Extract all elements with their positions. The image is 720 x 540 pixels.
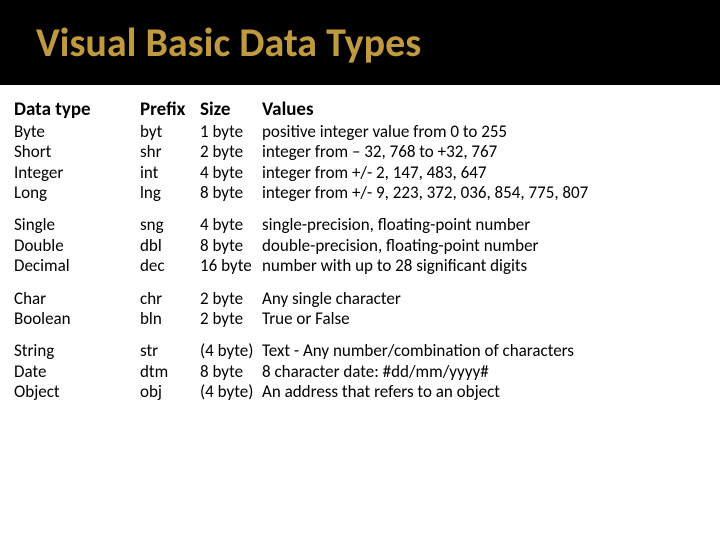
cell-size: 8 byte xyxy=(200,183,262,203)
cell-size: 8 byte xyxy=(200,236,262,256)
cell-type: Integer xyxy=(14,163,140,183)
cell-values: integer from +/- 9, 223, 372, 036, 854, … xyxy=(262,183,710,203)
cell-prefix: dtm xyxy=(140,362,200,382)
cell-size: 2 byte xyxy=(200,142,262,162)
table-row: Double dbl 8 byte double-precision, floa… xyxy=(14,236,710,256)
table-row: String str (4 byte) Text - Any number/co… xyxy=(14,341,710,361)
cell-values: number with up to 28 significant digits xyxy=(262,256,710,276)
table-row: Object obj (4 byte) An address that refe… xyxy=(14,382,710,402)
cell-values: integer from +/- 2, 147, 483, 647 xyxy=(262,163,710,183)
table-header-row: Data type Prefix Size Values xyxy=(14,99,710,122)
cell-prefix: dbl xyxy=(140,236,200,256)
cell-type: Single xyxy=(14,215,140,235)
cell-prefix: obj xyxy=(140,382,200,402)
cell-type: String xyxy=(14,341,140,361)
cell-prefix: sng xyxy=(140,215,200,235)
cell-values: 8 character date: #dd/mm/yyyy# xyxy=(262,362,710,382)
table-row: Integer int 4 byte integer from +/- 2, 1… xyxy=(14,163,710,183)
cell-size: 4 byte xyxy=(200,163,262,183)
cell-size: 2 byte xyxy=(200,309,262,329)
cell-values: positive integer value from 0 to 255 xyxy=(262,122,710,142)
cell-type: Boolean xyxy=(14,309,140,329)
cell-values: True or False xyxy=(262,309,710,329)
table-row: Boolean bln 2 byte True or False xyxy=(14,309,710,329)
cell-values: integer from – 32, 768 to +32, 767 xyxy=(262,142,710,162)
cell-type: Short xyxy=(14,142,140,162)
cell-prefix: int xyxy=(140,163,200,183)
header-size: Size xyxy=(200,99,262,122)
cell-size: 4 byte xyxy=(200,215,262,235)
cell-type: Date xyxy=(14,362,140,382)
cell-type: Long xyxy=(14,183,140,203)
table-row: Long lng 8 byte integer from +/- 9, 223,… xyxy=(14,183,710,203)
cell-size: 1 byte xyxy=(200,122,262,142)
table-row: Date dtm 8 byte 8 character date: #dd/mm… xyxy=(14,362,710,382)
cell-type: Double xyxy=(14,236,140,256)
table-row: Decimal dec 16 byte number with up to 28… xyxy=(14,256,710,276)
table-row: Short shr 2 byte integer from – 32, 768 … xyxy=(14,142,710,162)
header-prefix: Prefix xyxy=(140,99,200,122)
table-row: Byte byt 1 byte positive integer value f… xyxy=(14,122,710,142)
cell-prefix: dec xyxy=(140,256,200,276)
cell-size: 8 byte xyxy=(200,362,262,382)
cell-size: 2 byte xyxy=(200,289,262,309)
cell-size: 16 byte xyxy=(200,256,262,276)
cell-values: double-precision, floating-point number xyxy=(262,236,710,256)
title-bar: Visual Basic Data Types xyxy=(0,0,720,85)
cell-values: single-precision, floating-point number xyxy=(262,215,710,235)
cell-values: Text - Any number/combination of charact… xyxy=(262,341,710,361)
cell-values: Any single character xyxy=(262,289,710,309)
table-row: Char chr 2 byte Any single character xyxy=(14,289,710,309)
cell-prefix: str xyxy=(140,341,200,361)
header-type: Data type xyxy=(14,99,140,122)
table-row: Single sng 4 byte single-precision, floa… xyxy=(14,215,710,235)
cell-size: (4 byte) xyxy=(200,382,262,402)
data-types-table: Data type Prefix Size Values Byte byt 1 … xyxy=(0,85,720,402)
cell-prefix: shr xyxy=(140,142,200,162)
cell-values: An address that refers to an object xyxy=(262,382,710,402)
cell-prefix: bln xyxy=(140,309,200,329)
page-title: Visual Basic Data Types xyxy=(36,18,421,67)
header-values: Values xyxy=(262,99,710,122)
cell-prefix: lng xyxy=(140,183,200,203)
cell-size: (4 byte) xyxy=(200,341,262,361)
cell-prefix: chr xyxy=(140,289,200,309)
cell-type: Decimal xyxy=(14,256,140,276)
cell-type: Char xyxy=(14,289,140,309)
cell-type: Object xyxy=(14,382,140,402)
cell-type: Byte xyxy=(14,122,140,142)
cell-prefix: byt xyxy=(140,122,200,142)
group-separator xyxy=(14,277,710,289)
